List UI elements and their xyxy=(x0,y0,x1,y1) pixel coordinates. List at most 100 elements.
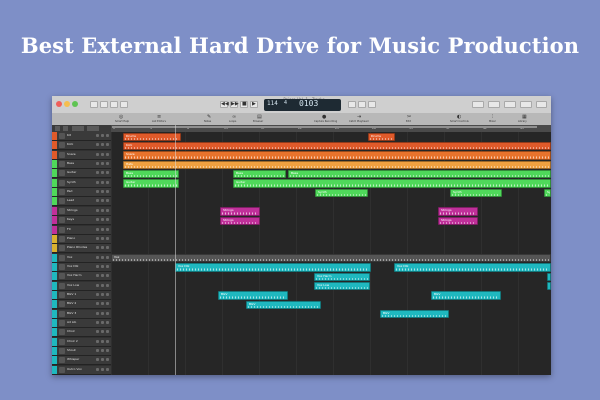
track-header[interactable]: Kit xyxy=(52,132,111,141)
lcd-display[interactable]: 114 4 0103 xyxy=(264,99,341,111)
track-header[interactable]: Piano Rhodes xyxy=(52,244,111,254)
audio-region[interactable]: BGV xyxy=(218,291,288,300)
global-tracks-button[interactable] xyxy=(63,126,68,131)
mute-button[interactable] xyxy=(96,134,99,137)
track-header[interactable]: Piano xyxy=(52,234,111,244)
audio-region[interactable]: BGV xyxy=(380,310,449,319)
record-enable-button[interactable] xyxy=(106,274,109,278)
loops-button[interactable] xyxy=(504,101,516,108)
arrangement-area[interactable]: Drums Drums Kick Snare Hats Bass Bass Bass Guita… xyxy=(111,132,551,375)
mute-button[interactable] xyxy=(96,311,99,315)
track-header[interactable]: Keys xyxy=(52,216,111,226)
record-enable-button[interactable] xyxy=(106,358,109,362)
mute-button[interactable] xyxy=(96,143,99,147)
solo-button[interactable] xyxy=(101,227,104,231)
solo-button[interactable] xyxy=(101,274,104,278)
record-enable-button[interactable] xyxy=(106,255,109,259)
record-enable-button[interactable] xyxy=(106,292,109,296)
track-header[interactable]: Pad xyxy=(52,188,111,198)
audio-region[interactable]: BGV xyxy=(431,291,501,300)
mute-button[interactable] xyxy=(96,283,99,287)
track-header[interactable]: Outro Vox xyxy=(52,365,111,375)
solo-button[interactable] xyxy=(101,255,104,259)
mute-button[interactable] xyxy=(96,246,99,250)
audio-region[interactable]: Bass xyxy=(233,169,286,179)
audio-region[interactable]: Vox Low xyxy=(314,282,370,291)
track-header[interactable]: Vox Harm xyxy=(52,272,111,282)
solo-button[interactable] xyxy=(101,134,104,137)
track-header[interactable]: Strings xyxy=(52,206,111,216)
record-enable-button[interactable] xyxy=(106,190,109,194)
minimize-window-button[interactable] xyxy=(64,101,70,107)
audio-region[interactable]: BGV xyxy=(246,300,321,310)
record-enable-button[interactable] xyxy=(106,180,109,184)
audio-region[interactable]: Guitar xyxy=(123,179,179,188)
solo-button[interactable] xyxy=(101,321,104,324)
record-enable-button[interactable] xyxy=(106,227,109,231)
solo-button[interactable] xyxy=(101,302,104,306)
mute-button[interactable] xyxy=(96,180,99,184)
solo-button[interactable] xyxy=(101,292,104,296)
audio-region[interactable]: Bass xyxy=(288,169,551,179)
playhead[interactable] xyxy=(175,125,176,375)
audio-region[interactable]: Strings xyxy=(220,216,260,225)
mute-button[interactable] xyxy=(96,264,99,268)
track-header[interactable]: Guitar xyxy=(52,169,111,179)
mute-button[interactable] xyxy=(96,171,99,175)
audio-region[interactable]: Guitar xyxy=(233,179,551,188)
solo-button[interactable] xyxy=(101,330,104,334)
solo-button[interactable] xyxy=(101,236,104,240)
zoom-window-button[interactable] xyxy=(72,101,78,107)
track-header[interactable]: Vox xyxy=(52,253,111,263)
record-enable-button[interactable] xyxy=(106,264,109,268)
toolbar-toggle-button[interactable] xyxy=(120,101,128,108)
solo-button[interactable] xyxy=(101,199,104,203)
track-header[interactable]: Synth xyxy=(52,178,111,188)
record-enable-button[interactable] xyxy=(106,311,109,315)
mute-button[interactable] xyxy=(96,339,99,343)
solo-button[interactable] xyxy=(101,143,104,147)
mute-button[interactable] xyxy=(96,302,99,306)
solo-button[interactable] xyxy=(101,349,104,353)
track-header[interactable]: Kick xyxy=(52,141,111,151)
audio-region[interactable]: Vox Dbl xyxy=(394,263,551,272)
track-header[interactable]: Shout xyxy=(52,347,111,357)
record-enable-button[interactable] xyxy=(106,330,109,334)
record-enable-button[interactable] xyxy=(106,349,109,353)
help-toggle-button[interactable] xyxy=(110,101,118,108)
audio-region[interactable]: Snare xyxy=(123,151,551,160)
solo-button[interactable] xyxy=(101,180,104,184)
track-header[interactable]: Choir 2 xyxy=(52,337,111,347)
audio-region[interactable]: Strings xyxy=(438,207,478,216)
solo-button[interactable] xyxy=(101,367,104,371)
record-enable-button[interactable] xyxy=(106,283,109,287)
track-header[interactable]: FX xyxy=(52,225,111,235)
record-enable-button[interactable] xyxy=(106,236,109,240)
track-header[interactable]: Bass xyxy=(52,160,111,170)
track-header[interactable]: Lead xyxy=(52,197,111,207)
audio-region[interactable]: Vox xyxy=(111,254,551,263)
tuner-button[interactable] xyxy=(358,101,366,108)
mute-button[interactable] xyxy=(96,274,99,278)
apple-loops-button[interactable] xyxy=(536,101,547,108)
track-header[interactable]: Vox Dbl xyxy=(52,262,111,272)
cycle-button[interactable] xyxy=(348,101,356,108)
solo-button[interactable] xyxy=(101,264,104,268)
solo-button[interactable] xyxy=(101,283,104,287)
audio-region[interactable]: Strings xyxy=(438,216,478,225)
solo-button[interactable] xyxy=(101,162,104,166)
audio-region[interactable]: Synth xyxy=(315,188,368,197)
mute-button[interactable] xyxy=(96,190,99,194)
solo-button[interactable] xyxy=(101,218,104,222)
solo-button[interactable] xyxy=(101,246,104,250)
mute-button[interactable] xyxy=(96,199,99,203)
solo-button[interactable] xyxy=(101,171,104,175)
track-header[interactable]: Snare xyxy=(52,150,111,160)
close-window-button[interactable] xyxy=(56,101,62,107)
audio-region[interactable]: Hats xyxy=(123,160,551,169)
mute-button[interactable] xyxy=(96,236,99,240)
mute-button[interactable] xyxy=(96,162,99,166)
mute-button[interactable] xyxy=(96,227,99,231)
record-enable-button[interactable] xyxy=(106,339,109,343)
record-enable-button[interactable] xyxy=(106,171,109,175)
